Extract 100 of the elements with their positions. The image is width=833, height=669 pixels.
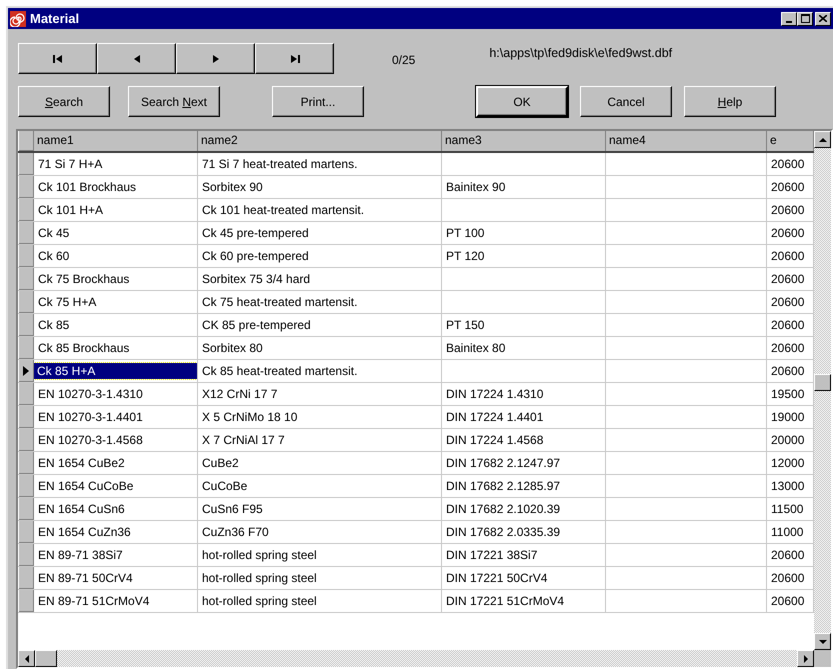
table-cell: Ck 75 Brockhaus: [37, 271, 130, 287]
table-cell: 71 Si 7 heat-treated martens.: [201, 156, 358, 172]
action-button[interactable]: OK: [476, 86, 568, 117]
up-arrow-icon: [818, 138, 826, 142]
table-cell: 12000: [770, 455, 806, 471]
table-cell: 20600: [770, 570, 806, 586]
action-button[interactable]: Help: [684, 86, 776, 117]
scroll-left-button[interactable]: [18, 650, 35, 667]
table-cell: hot-rolled spring steel: [201, 593, 318, 609]
scroll-thumb[interactable]: [35, 650, 57, 667]
table-cell: CuZn36 F70: [201, 524, 270, 540]
scroll-thumb[interactable]: [814, 374, 831, 391]
row-header[interactable]: [18, 360, 34, 382]
table-cell: Sorbitex 80: [201, 340, 264, 356]
current-row-icon: [23, 366, 29, 376]
table-cell: DIN 17224 1.4568: [445, 432, 544, 448]
maximize-button[interactable]: [797, 12, 813, 26]
navigation-button[interactable]: [255, 43, 334, 74]
scroll-right-button[interactable]: [797, 650, 814, 667]
close-icon: [819, 15, 827, 22]
table-cell: Ck 75 H+A: [37, 294, 98, 310]
table-cell: 20600: [770, 271, 806, 287]
table-cell: DIN 17682 2.1285.97: [445, 478, 562, 494]
table-cell: DIN 17682 2.1020.39: [445, 501, 562, 517]
table-cell: Ck 101 heat-treated martensit.: [201, 202, 366, 218]
table-cell: Ck 85: [37, 317, 70, 333]
table-cell: Bainitex 80: [445, 340, 506, 356]
size-grip[interactable]: [814, 650, 831, 667]
table-cell: Sorbitex 90: [201, 179, 264, 195]
table-cell: EN 89-71 50CrV4: [37, 570, 134, 586]
table-cell: X 5 CrNiMo 18 10: [201, 409, 298, 425]
table-cell: DIN 17682 2.1247.97: [445, 455, 562, 471]
table-cell: 19500: [770, 386, 806, 402]
scroll-down-button[interactable]: [814, 633, 831, 650]
action-button[interactable]: Cancel: [580, 86, 672, 117]
table-cell: Ck 85 Brockhaus: [37, 340, 130, 356]
navigation-button[interactable]: [176, 43, 255, 74]
left-arrow-icon: [24, 654, 28, 662]
table-cell: DIN 17221 51CrMoV4: [445, 593, 566, 609]
table-cell: Ck 60 pre-tempered: [201, 248, 310, 264]
table-cell: 20600: [770, 317, 806, 333]
maximize-icon: [800, 14, 810, 23]
table-cell: EN 10270-3-1.4310: [37, 386, 144, 402]
minimize-button[interactable]: [781, 12, 797, 26]
table-cell: 20600: [770, 593, 806, 609]
minimize-icon: [786, 20, 792, 22]
table-cell: 20600: [770, 363, 806, 379]
table-cell: DIN 17224 1.4310: [445, 386, 544, 402]
file-path: h:\apps\tp\fed9disk\e\fed9wst.dbf: [489, 46, 672, 60]
table-cell: 20600: [770, 248, 806, 264]
table-cell: 11500: [770, 501, 804, 517]
table-cell: 20600: [770, 202, 806, 218]
vertical-scrollbar[interactable]: [814, 131, 831, 650]
action-button[interactable]: Search: [18, 86, 110, 117]
table-cell: 71 Si 7 H+A: [37, 156, 104, 172]
table-cell: Ck 101 Brockhaus: [37, 179, 138, 195]
table-cell: 20600: [770, 179, 806, 195]
navigation-button[interactable]: [18, 43, 97, 74]
action-button[interactable]: Print...: [272, 86, 364, 117]
table-cell: PT 120: [445, 248, 486, 264]
table-cell: EN 89-71 51CrMoV4: [37, 593, 150, 609]
table-cell: PT 150: [445, 317, 486, 333]
table-cell: DIN 17221 38Si7: [445, 547, 538, 563]
navigation-button[interactable]: [97, 43, 176, 74]
spiral-icon: [10, 10, 26, 26]
table-cell: PT 100: [445, 225, 486, 241]
table-cell: Ck 101 H+A: [37, 202, 104, 218]
record-position: 0/25: [392, 53, 416, 67]
action-button[interactable]: Search Next: [128, 86, 220, 117]
table-cell: 20600: [770, 547, 806, 563]
table-cell: Ck 45: [37, 225, 70, 241]
table-cell: X12 CrNi 17 7: [201, 386, 278, 402]
table-cell: 13000: [770, 478, 806, 494]
table-cell: EN 89-71 38Si7: [37, 547, 124, 563]
table-cell: 19000: [770, 409, 806, 425]
table-cell: 20600: [770, 340, 806, 356]
table-cell: 20000: [770, 432, 806, 448]
table-cell: 20600: [770, 225, 806, 241]
table-cell: Ck 85 heat-treated martensit.: [201, 363, 358, 379]
close-button[interactable]: [815, 12, 831, 26]
horizontal-scrollbar[interactable]: [18, 650, 814, 667]
table-cell: EN 1654 CuZn36: [37, 524, 132, 540]
table-cell: hot-rolled spring steel: [201, 570, 318, 586]
table-cell: Sorbitex 75 3/4 hard: [201, 271, 312, 287]
table-cell: CuCoBe: [201, 478, 248, 494]
table-cell: Ck 85 H+A: [34, 363, 197, 379]
table-cell: CuSn6 F95: [201, 501, 264, 517]
table-cell: X 7 CrNiAl 17 7: [201, 432, 286, 448]
table-cell: EN 1654 CuCoBe: [37, 478, 134, 494]
table-cell: DIN 17224 1.4401: [445, 409, 544, 425]
table-cell: EN 1654 CuBe2: [37, 455, 126, 471]
table-cell: DIN 17221 50CrV4: [445, 570, 548, 586]
table-cell: Ck 75 heat-treated martensit.: [201, 294, 358, 310]
scroll-up-button[interactable]: [814, 131, 831, 148]
table-cell: Bainitex 90: [445, 179, 506, 195]
window-title: Material: [30, 11, 80, 26]
table-cell: 20600: [770, 294, 806, 310]
table-cell: CuBe2: [201, 455, 240, 471]
table-cell: 20600: [770, 156, 806, 172]
table-cell: EN 1654 CuSn6: [37, 501, 126, 517]
